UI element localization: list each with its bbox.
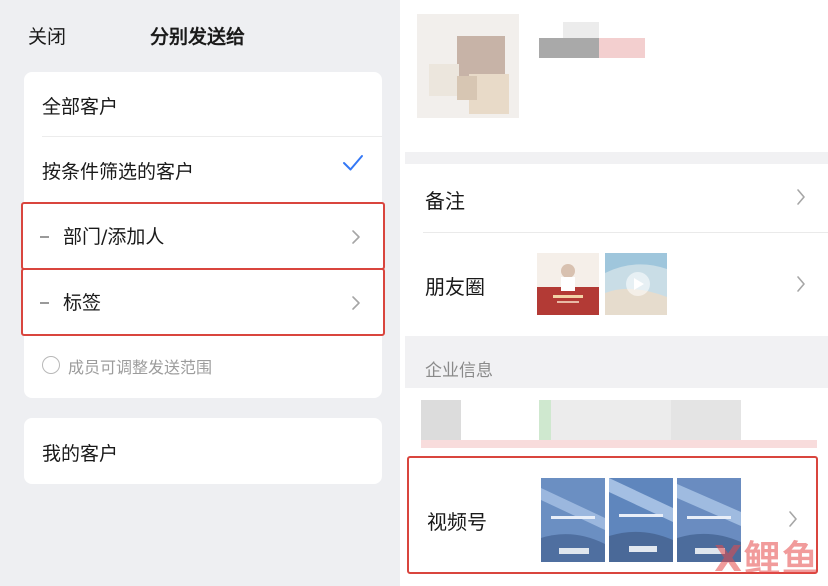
option-filtered-customers-label: 按条件筛选的客户: [42, 161, 195, 183]
channels-label: 视频号: [427, 510, 487, 534]
checkmark-icon: [343, 155, 363, 171]
enterprise-info-section-label: 企业信息: [425, 361, 493, 381]
my-customers-card[interactable]: 我的客户: [24, 418, 382, 484]
send-scope-panel: 关闭 分别发送给 全部客户 按条件筛选的客户 部门/添加人 标签 成员可调整发送…: [0, 0, 400, 586]
page-title: 分别发送给: [150, 26, 246, 48]
contact-name-blurred: [539, 22, 645, 58]
avatar[interactable]: [417, 14, 519, 118]
dash-icon: [40, 236, 49, 238]
chevron-right-icon: [352, 230, 360, 244]
filter-department-adder-label: 部门/添加人: [63, 226, 165, 248]
option-filtered-customers[interactable]: 按条件筛选的客户: [24, 136, 382, 202]
channels-thumbnail: [541, 478, 605, 562]
my-customers-label: 我的客户: [42, 443, 119, 465]
adjust-scope-radio[interactable]: [42, 356, 60, 374]
section-gap: [405, 152, 828, 164]
recipient-options-card: 全部客户 按条件筛选的客户 部门/添加人 标签 成员可调整发送范围: [21, 72, 385, 398]
dash-icon: [40, 302, 49, 304]
watermark-logo: X鲤鱼: [714, 539, 820, 580]
option-all-customers[interactable]: 全部客户: [24, 72, 382, 136]
moments-label: 朋友圈: [425, 275, 485, 299]
chevron-right-icon: [797, 189, 805, 205]
filter-tags[interactable]: 标签: [21, 268, 385, 336]
moments-thumbnail: [605, 253, 667, 315]
close-button[interactable]: 关闭: [28, 22, 66, 49]
chevron-right-icon: [797, 276, 805, 292]
channels-thumbnail: [609, 478, 673, 562]
remark-label: 备注: [425, 189, 465, 213]
filter-department-adder[interactable]: 部门/添加人: [21, 202, 385, 270]
enterprise-info-blurred: [405, 388, 828, 454]
chevron-right-icon: [789, 511, 797, 527]
contact-profile-panel: 备注 朋友圈 企业信息 视频号 X鲤鱼: [405, 0, 828, 586]
moments-row[interactable]: 朋友圈: [405, 233, 828, 336]
left-header: 关闭 分别发送给: [0, 0, 400, 70]
profile-header: [405, 0, 828, 152]
option-all-customers-label: 全部客户: [42, 96, 119, 118]
moments-thumbnail: [537, 253, 599, 315]
remark-row[interactable]: 备注: [405, 164, 828, 232]
filter-tags-label: 标签: [63, 292, 102, 314]
chevron-right-icon: [352, 296, 360, 310]
adjust-scope-label: 成员可调整发送范围: [68, 358, 213, 377]
